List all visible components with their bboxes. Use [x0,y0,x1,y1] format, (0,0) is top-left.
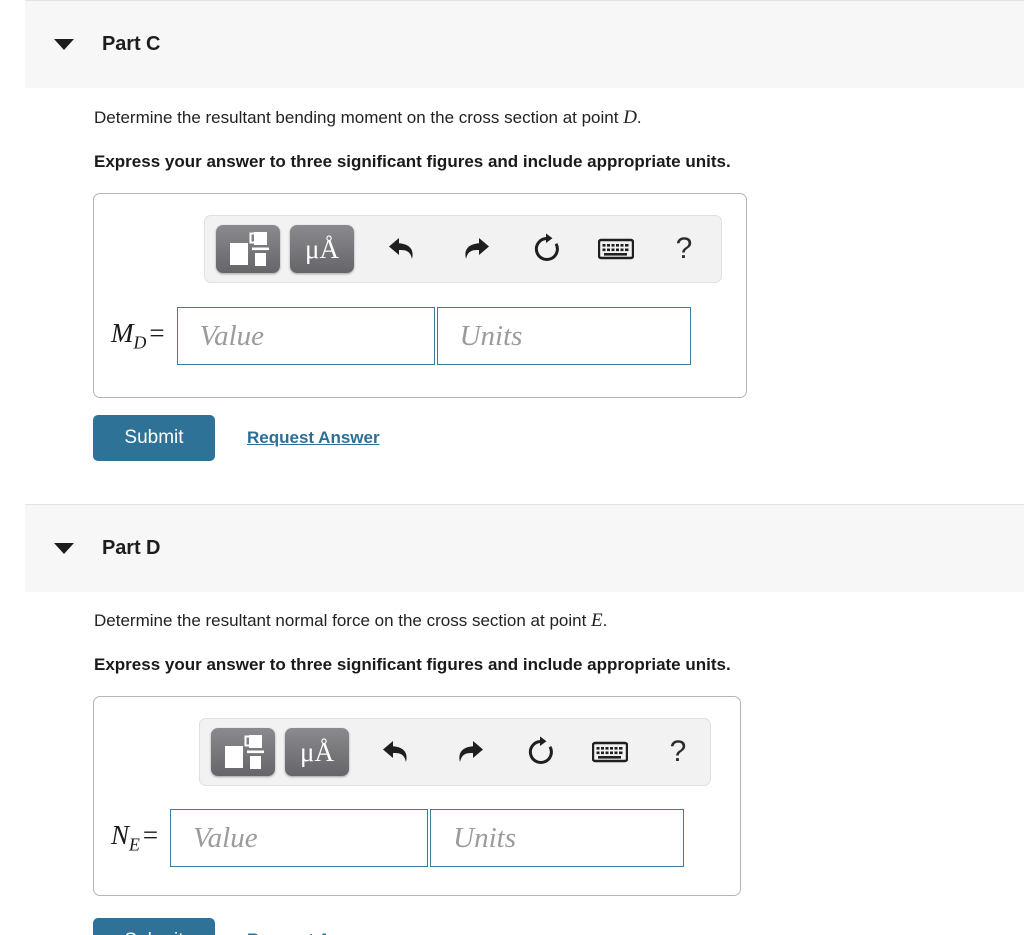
part-c-question-suffix: . [636,108,642,127]
part-c-subscript: D [133,332,147,353]
reset-circular-arrow-icon [534,233,559,261]
part-c-answer-row: MD = [111,307,691,365]
reset-button[interactable] [517,728,565,776]
part-d-title: Part D [102,537,161,559]
part-c-request-answer-link[interactable]: Request Answer [247,428,380,448]
part-d-math-toolbar: μÅ ? [199,718,711,786]
units-button[interactable]: μÅ [285,728,349,776]
keyboard-icon [592,741,628,763]
part-c-collapse-triangle-icon[interactable] [54,39,74,50]
part-d-units-input[interactable] [430,809,685,867]
help-button[interactable]: ? [654,728,702,776]
part-d-symbol: N [111,820,130,851]
keyboard-button[interactable] [586,728,634,776]
help-button[interactable]: ? [660,225,708,273]
part-d-collapse-triangle-icon[interactable] [54,543,74,554]
part-d-question-prefix: Determine the resultant normal force on … [94,611,592,630]
units-button[interactable]: μÅ [290,225,354,273]
part-c-submit-button[interactable]: Submit [93,415,215,461]
math-template-button[interactable] [216,225,280,273]
part-c-answer-label: MD = [111,318,165,353]
reset-circular-arrow-icon [528,736,553,764]
part-c-header[interactable]: Part C [25,0,1024,88]
part-c-units-input[interactable] [436,307,691,365]
undo-icon [383,741,407,762]
part-d-equals: = [142,820,159,851]
problem-page: Part C Determine the resultant bending m… [0,0,1024,935]
part-c-question: Determine the resultant bending moment o… [94,107,642,129]
part-d-answer-box: μÅ ? NE = Value Units [93,696,741,896]
part-d-question-suffix: . [602,611,608,630]
undo-button[interactable] [373,728,421,776]
redo-button[interactable] [445,728,493,776]
part-d-value-input[interactable] [170,809,429,867]
part-d-answer-label: NE = [111,820,158,855]
keyboard-icon [598,238,634,260]
units-label: μÅ [305,233,339,264]
help-label: ? [675,232,693,265]
reset-button[interactable] [523,225,571,273]
part-d-header[interactable]: Part D [25,504,1024,592]
part-c-question-prefix: Determine the resultant bending moment o… [94,108,624,127]
part-c-equals: = [149,318,165,349]
part-c-title: Part C [102,33,161,55]
part-d-instruction: Express your answer to three significant… [94,655,731,674]
undo-button[interactable] [379,225,427,273]
redo-icon [459,741,483,762]
part-d-subscript: E [129,834,140,855]
part-c-symbol: M [111,318,134,349]
help-label: ? [669,735,687,768]
math-template-icon [225,735,264,769]
undo-icon [389,238,413,259]
part-c-value-input[interactable] [176,307,435,365]
part-c-answer-box: μÅ ? MD = Value Units [93,193,747,398]
units-label: μÅ [300,736,334,767]
redo-icon [465,238,489,259]
part-d-question: Determine the resultant normal force on … [94,610,607,632]
keyboard-button[interactable] [592,225,640,273]
part-c-math-toolbar: μÅ ? [204,215,722,283]
part-c-question-variable: D [623,107,637,128]
math-template-icon [230,232,269,266]
math-template-button[interactable] [211,728,275,776]
part-d-request-answer-link[interactable]: Request Answer [247,930,380,935]
part-c-instruction: Express your answer to three significant… [94,152,731,171]
part-d-submit-button[interactable]: Submit [93,918,215,935]
redo-button[interactable] [451,225,499,273]
part-d-question-variable: E [591,610,603,631]
part-d-answer-row: NE = [111,809,685,867]
